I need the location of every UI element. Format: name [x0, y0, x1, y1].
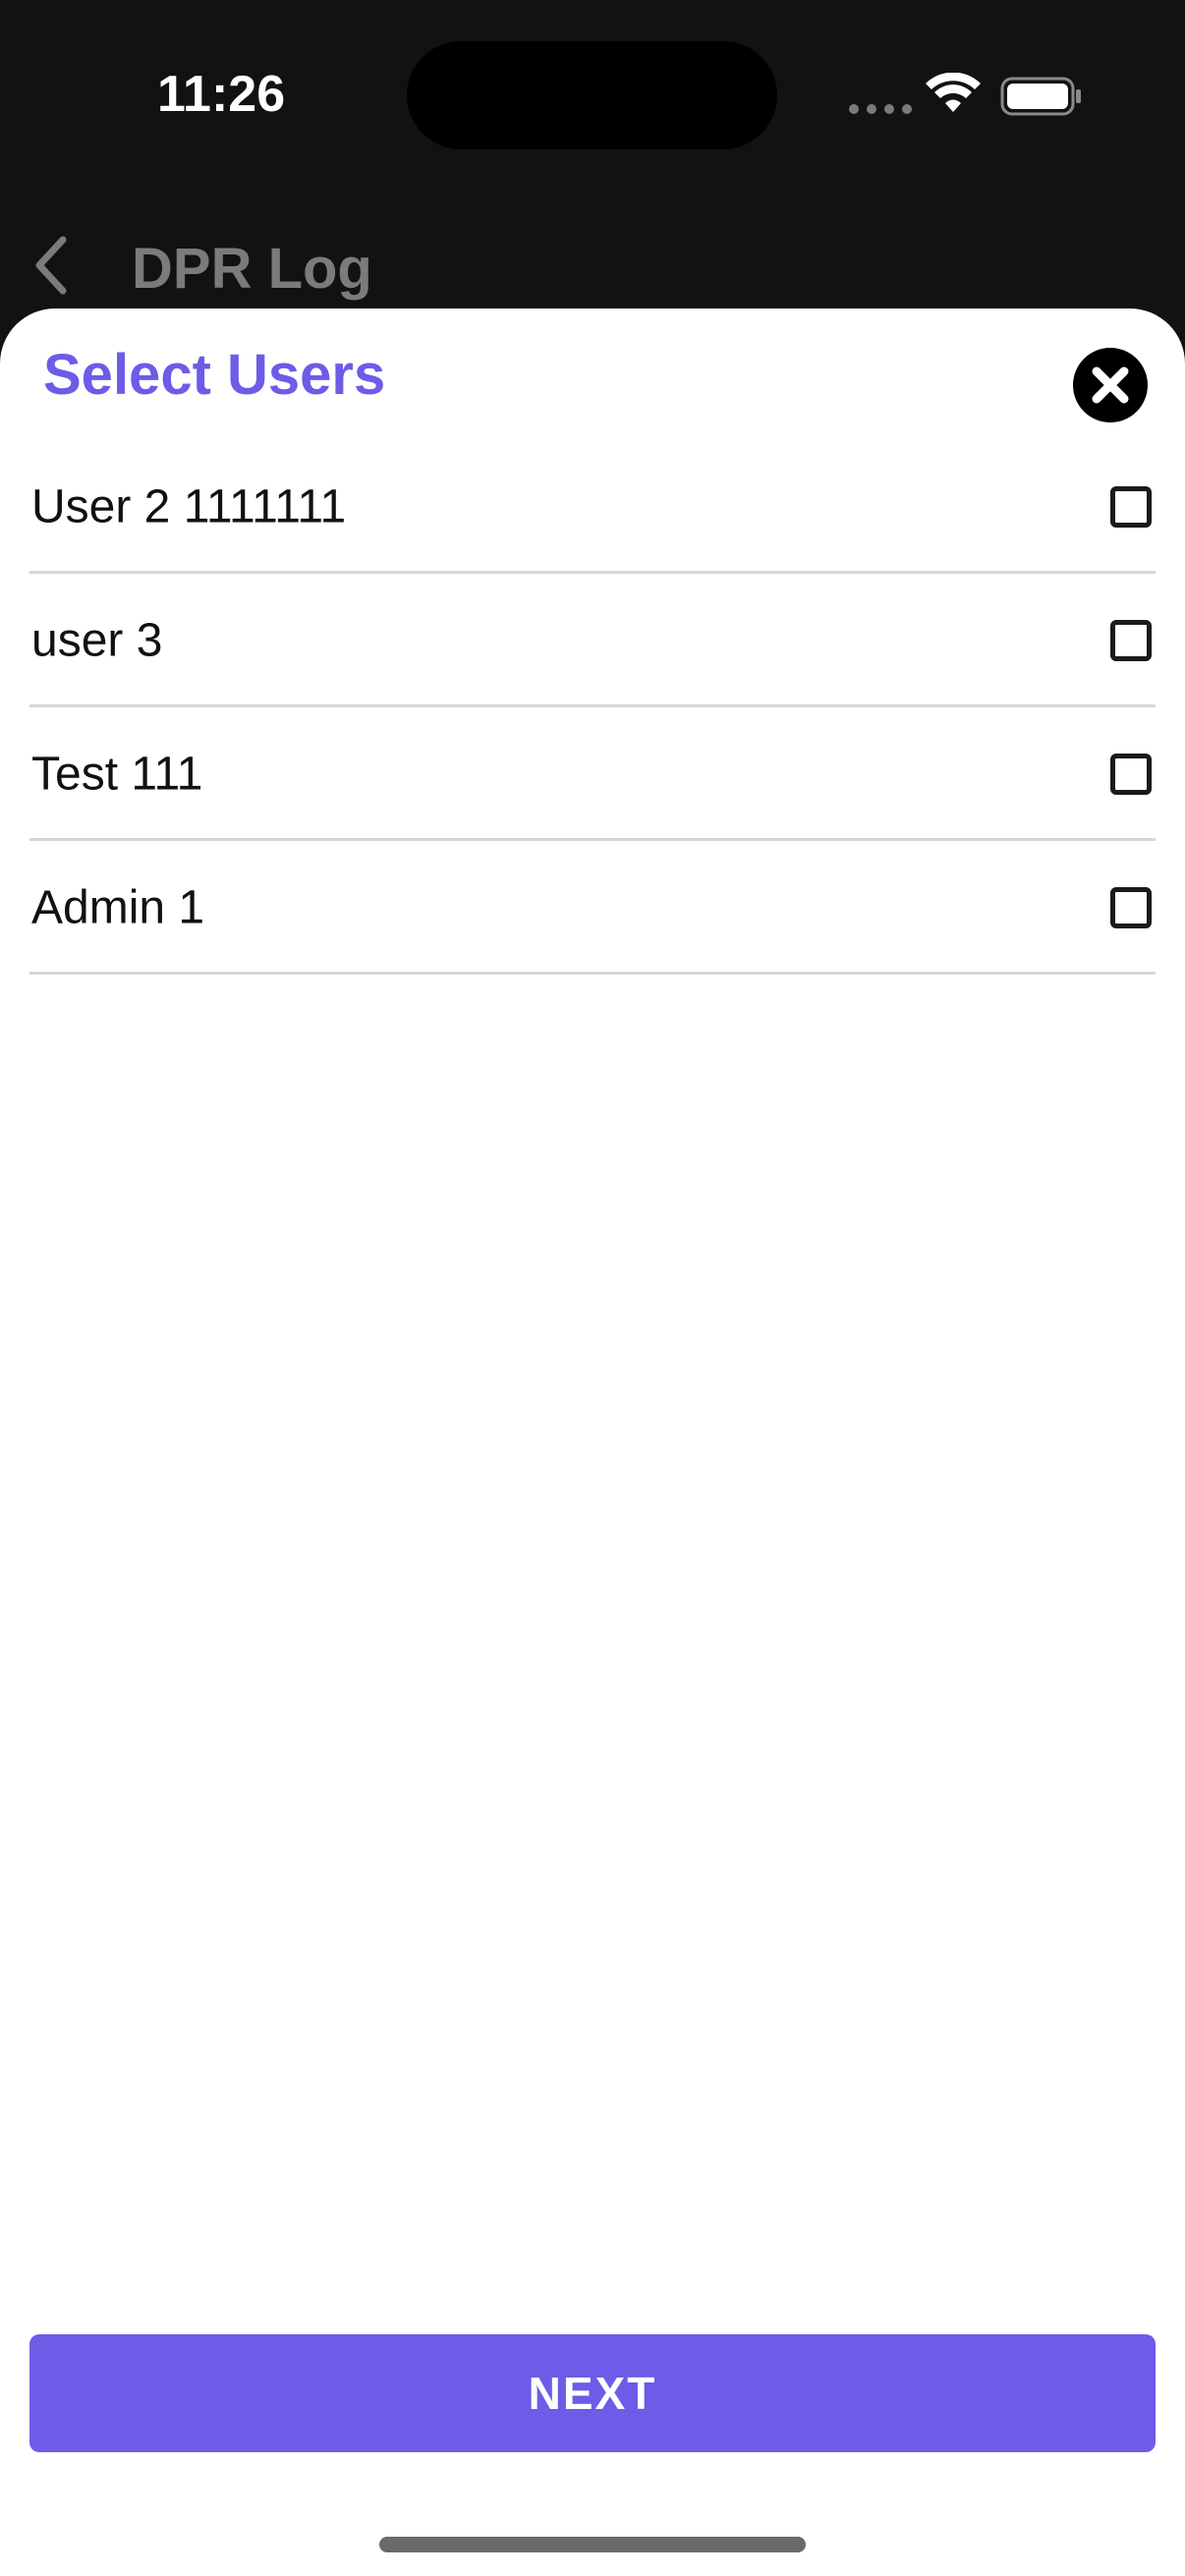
nav-bar: DPR Log	[0, 206, 1185, 324]
user-label: Admin 1	[31, 881, 205, 933]
next-button[interactable]: NEXT	[29, 2334, 1156, 2452]
battery-icon	[1000, 77, 1081, 116]
status-time: 11:26	[157, 66, 286, 123]
list-item[interactable]: Test 111	[29, 709, 1156, 841]
select-users-sheet: Select Users User 2 1111111 user 3 Test …	[0, 308, 1185, 2576]
nav-title: DPR Log	[132, 237, 372, 301]
dynamic-island	[407, 41, 777, 149]
wifi-icon	[926, 73, 981, 112]
user-checkbox[interactable]	[1110, 485, 1152, 528]
user-checkbox[interactable]	[1110, 619, 1152, 661]
user-checkbox[interactable]	[1110, 753, 1152, 795]
close-icon	[1092, 366, 1129, 404]
chevron-left-icon[interactable]	[29, 234, 73, 297]
status-bar: 11:26	[0, 0, 1185, 196]
cellular-dots-icon	[849, 104, 912, 114]
user-label: User 2 1111111	[31, 480, 347, 532]
close-button[interactable]	[1073, 348, 1148, 422]
user-checkbox[interactable]	[1110, 886, 1152, 928]
user-list: User 2 1111111 user 3 Test 111 Admin 1	[29, 442, 1156, 977]
user-label: user 3	[31, 614, 163, 666]
user-label: Test 111	[31, 748, 203, 800]
list-item[interactable]: user 3	[29, 576, 1156, 707]
home-indicator	[379, 2537, 806, 2552]
sheet-title: Select Users	[43, 343, 386, 407]
list-item[interactable]: Admin 1	[29, 843, 1156, 975]
list-item[interactable]: User 2 1111111	[29, 442, 1156, 574]
